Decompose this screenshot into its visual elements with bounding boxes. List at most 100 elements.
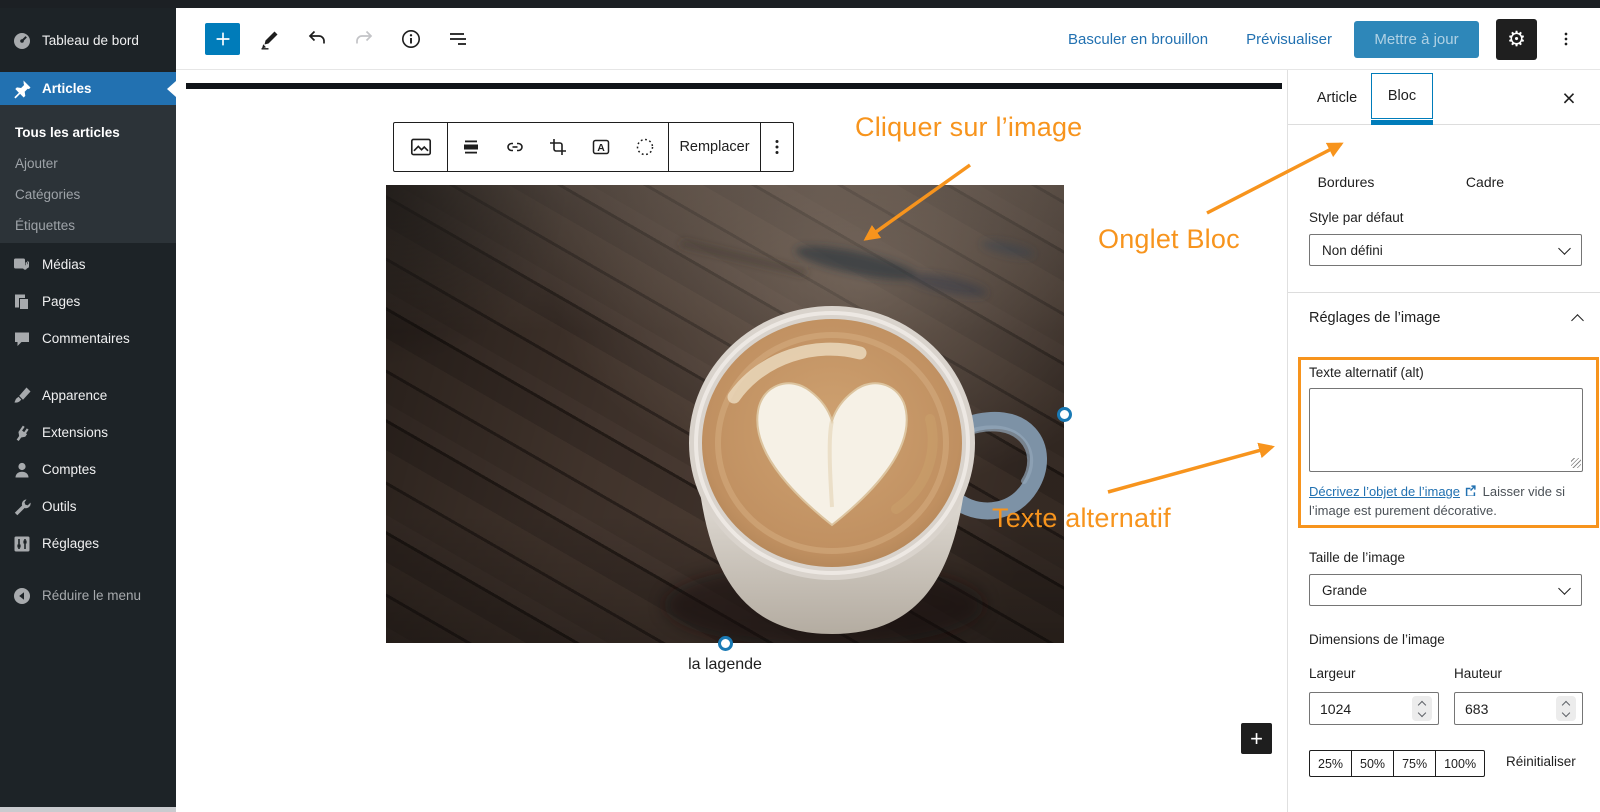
align-button[interactable] [451, 127, 491, 167]
update-button[interactable]: Mettre à jour [1354, 20, 1479, 58]
sidebar-item-label: Commentaires [42, 331, 130, 346]
svg-text:A: A [598, 142, 606, 154]
sidebar-item-tools[interactable]: Outils [0, 490, 176, 523]
alt-text-label: Texte alternatif (alt) [1309, 365, 1424, 380]
sidebar-item-label: Articles [42, 81, 92, 96]
pin-icon [14, 80, 31, 98]
coffee-image-block[interactable] [386, 185, 1064, 643]
undo-button[interactable] [300, 22, 334, 56]
textarea-resize-grip[interactable] [1571, 458, 1581, 468]
sidebar-item-label: Apparence [42, 388, 108, 403]
width-label: Largeur [1309, 666, 1356, 681]
scale-50-button[interactable]: 50% [1352, 750, 1395, 777]
image-block-toolbar: A Remplacer [393, 122, 794, 172]
link-icon [506, 142, 523, 152]
scale-100-button[interactable]: 100% [1436, 750, 1486, 777]
settings-sidebar: Article Bloc × Bordures Cadre Style par … [1287, 70, 1600, 812]
sidebar-item-comments[interactable]: Commentaires [0, 322, 176, 355]
sidebar-item-plugins[interactable]: Extensions [0, 416, 176, 449]
collapse-menu-button[interactable]: Réduire le menu [0, 579, 176, 612]
media-icon [14, 258, 30, 270]
image-size-select[interactable]: Grande [1309, 574, 1582, 606]
duotone-button[interactable] [625, 127, 665, 167]
height-stepper[interactable] [1556, 696, 1576, 721]
annotation-click-image: Cliquer sur l’image [855, 112, 1083, 142]
sidebar-item-label: Extensions [42, 425, 109, 440]
editor-header-actions: Basculer en brouillon Prévisualiser Mett… [1068, 8, 1600, 70]
submenu-item-all-posts[interactable]: Tous les articles [0, 119, 176, 145]
crop-button[interactable] [538, 127, 578, 167]
scale-25-button[interactable]: 25% [1309, 750, 1353, 777]
sidebar-item-label: Médias [42, 257, 86, 272]
details-button[interactable] [394, 22, 428, 56]
sidebar-item-dashboard[interactable]: Tableau de bord [0, 24, 176, 57]
describe-image-link[interactable]: Décrivez l’objet de l’image [1309, 484, 1460, 499]
default-style-label: Style par défaut [1309, 210, 1404, 225]
block-inserter-toggle[interactable] [205, 23, 240, 55]
image-icon [410, 138, 431, 156]
coffee-photo-art [664, 240, 1047, 643]
tab-article[interactable]: Article [1306, 70, 1368, 125]
sidebar-item-label: Comptes [42, 462, 97, 477]
close-settings-button[interactable]: × [1555, 84, 1583, 112]
editor-canvas: A Remplacer la lagende + [176, 70, 1287, 812]
comments-icon [15, 332, 29, 346]
preview-button[interactable]: Prévisualiser [1246, 31, 1332, 48]
image-size-label: Taille de l’image [1309, 550, 1406, 565]
submenu-item-add[interactable]: Ajouter [0, 150, 176, 176]
image-block-type-button[interactable] [401, 127, 441, 167]
sidebar-item-users[interactable]: Comptes [0, 453, 176, 486]
replace-button[interactable]: Remplacer [679, 139, 749, 155]
sidebar-item-label: Tableau de bord [42, 33, 139, 48]
list-view-button[interactable] [441, 22, 475, 56]
sidebar-item-settings[interactable]: Réglages [0, 527, 176, 560]
scale-75-button[interactable]: 75% [1394, 750, 1437, 777]
plus-icon: + [1250, 725, 1263, 751]
text-over-image-button[interactable]: A [581, 127, 621, 167]
image-caption[interactable]: la lagende [386, 656, 1064, 674]
admin-footer-strip [0, 807, 176, 812]
kebab-icon [1564, 32, 1568, 46]
link-button[interactable] [495, 127, 535, 167]
style-variation-cadre[interactable]: Cadre [1440, 174, 1530, 190]
redo-icon [356, 30, 373, 44]
resize-handle-bottom[interactable] [718, 636, 733, 651]
editor-header: Basculer en brouillon Prévisualiser Mett… [176, 8, 1600, 70]
reset-dimensions-button[interactable]: Réinitialiser [1506, 754, 1576, 769]
settings-icon [14, 536, 30, 551]
users-icon [15, 462, 29, 477]
sidebar-item-label: Réglages [42, 536, 100, 551]
alt-text-input[interactable] [1309, 388, 1583, 472]
submenu-item-tags[interactable]: Étiquettes [0, 212, 176, 238]
align-icon [464, 140, 479, 154]
collapse-menu-label: Réduire le menu [42, 588, 142, 603]
list-view-icon [450, 33, 466, 45]
block-options-button[interactable] [762, 127, 792, 167]
gear-icon: ⚙ [1507, 27, 1526, 51]
width-stepper[interactable] [1412, 696, 1432, 721]
settings-toggle-button[interactable]: ⚙ [1496, 18, 1537, 60]
plugin-icon [16, 425, 29, 441]
post-title-rule [186, 83, 1282, 89]
redo-button[interactable] [347, 22, 381, 56]
default-style-select[interactable]: Non défini [1309, 234, 1582, 266]
active-menu-arrow [167, 80, 176, 97]
letter-a-box-icon: A [593, 139, 610, 155]
plus-icon [216, 32, 229, 46]
sidebar-item-pages[interactable]: Pages [0, 285, 176, 318]
sidebar-item-media[interactable]: Médias [0, 248, 176, 281]
pencil-icon [261, 31, 278, 50]
image-settings-header[interactable]: Réglages de l’image [1309, 310, 1584, 327]
resize-handle-right[interactable] [1057, 407, 1072, 422]
sidebar-item-articles[interactable]: Articles [0, 72, 176, 105]
edit-mode-button[interactable] [253, 22, 287, 56]
style-variation-bordures[interactable]: Bordures [1301, 174, 1391, 190]
append-block-button[interactable]: + [1241, 723, 1272, 754]
submenu-item-categories[interactable]: Catégories [0, 181, 176, 207]
annotation-alt-text: Texte alternatif [992, 503, 1171, 533]
switch-to-draft-button[interactable]: Basculer en brouillon [1068, 31, 1208, 48]
options-menu-button[interactable] [1556, 19, 1576, 59]
scale-button-group: 25% 50% 75% 100% [1309, 750, 1486, 777]
tab-bloc[interactable]: Bloc [1371, 73, 1433, 119]
sidebar-item-appearance[interactable]: Apparence [0, 379, 176, 412]
